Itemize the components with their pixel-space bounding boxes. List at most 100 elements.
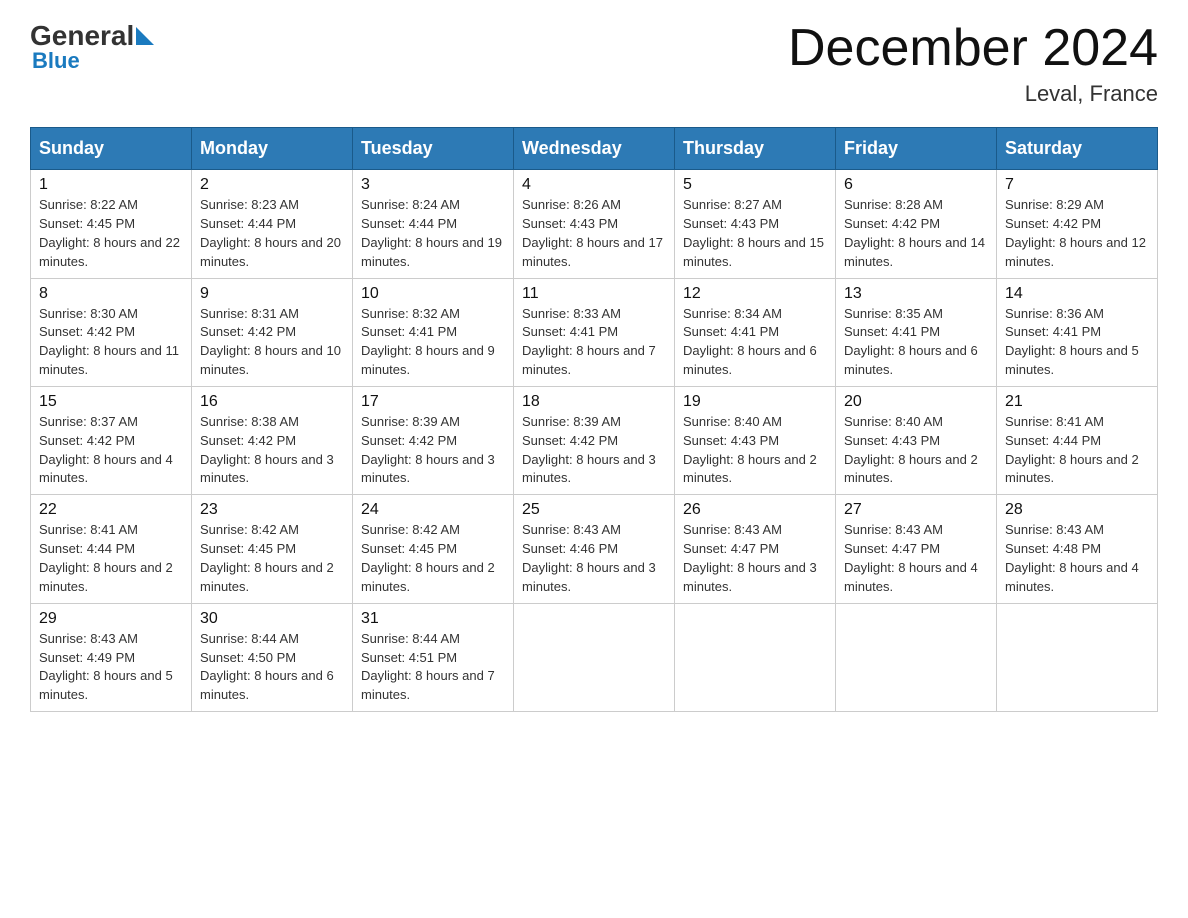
- day-info: Sunrise: 8:42 AMSunset: 4:45 PMDaylight:…: [200, 522, 334, 594]
- day-info: Sunrise: 8:23 AMSunset: 4:44 PMDaylight:…: [200, 197, 341, 269]
- calendar-day-cell: [514, 603, 675, 711]
- day-info: Sunrise: 8:42 AMSunset: 4:45 PMDaylight:…: [361, 522, 495, 594]
- day-number: 10: [361, 285, 505, 303]
- day-number: 17: [361, 393, 505, 411]
- day-info: Sunrise: 8:40 AMSunset: 4:43 PMDaylight:…: [844, 414, 978, 486]
- day-info: Sunrise: 8:30 AMSunset: 4:42 PMDaylight:…: [39, 306, 179, 378]
- day-number: 3: [361, 176, 505, 194]
- calendar-day-cell: 24 Sunrise: 8:42 AMSunset: 4:45 PMDaylig…: [353, 495, 514, 603]
- day-number: 24: [361, 501, 505, 519]
- day-number: 8: [39, 285, 183, 303]
- day-number: 27: [844, 501, 988, 519]
- calendar-day-cell: 20 Sunrise: 8:40 AMSunset: 4:43 PMDaylig…: [836, 386, 997, 494]
- day-number: 7: [1005, 176, 1149, 194]
- calendar-day-cell: [997, 603, 1158, 711]
- day-info: Sunrise: 8:22 AMSunset: 4:45 PMDaylight:…: [39, 197, 180, 269]
- day-number: 29: [39, 610, 183, 628]
- calendar-day-cell: 3 Sunrise: 8:24 AMSunset: 4:44 PMDayligh…: [353, 170, 514, 278]
- day-info: Sunrise: 8:32 AMSunset: 4:41 PMDaylight:…: [361, 306, 495, 378]
- day-info: Sunrise: 8:35 AMSunset: 4:41 PMDaylight:…: [844, 306, 978, 378]
- calendar-day-cell: 7 Sunrise: 8:29 AMSunset: 4:42 PMDayligh…: [997, 170, 1158, 278]
- calendar-day-cell: 13 Sunrise: 8:35 AMSunset: 4:41 PMDaylig…: [836, 278, 997, 386]
- day-number: 11: [522, 285, 666, 303]
- day-info: Sunrise: 8:29 AMSunset: 4:42 PMDaylight:…: [1005, 197, 1146, 269]
- calendar-week-row: 29 Sunrise: 8:43 AMSunset: 4:49 PMDaylig…: [31, 603, 1158, 711]
- day-info: Sunrise: 8:43 AMSunset: 4:47 PMDaylight:…: [844, 522, 978, 594]
- day-number: 2: [200, 176, 344, 194]
- calendar-week-row: 1 Sunrise: 8:22 AMSunset: 4:45 PMDayligh…: [31, 170, 1158, 278]
- day-info: Sunrise: 8:44 AMSunset: 4:51 PMDaylight:…: [361, 631, 495, 703]
- day-info: Sunrise: 8:43 AMSunset: 4:46 PMDaylight:…: [522, 522, 656, 594]
- calendar-day-cell: 19 Sunrise: 8:40 AMSunset: 4:43 PMDaylig…: [675, 386, 836, 494]
- day-number: 12: [683, 285, 827, 303]
- day-info: Sunrise: 8:37 AMSunset: 4:42 PMDaylight:…: [39, 414, 173, 486]
- calendar-day-cell: 12 Sunrise: 8:34 AMSunset: 4:41 PMDaylig…: [675, 278, 836, 386]
- day-info: Sunrise: 8:33 AMSunset: 4:41 PMDaylight:…: [522, 306, 656, 378]
- calendar-day-cell: 6 Sunrise: 8:28 AMSunset: 4:42 PMDayligh…: [836, 170, 997, 278]
- calendar-week-row: 8 Sunrise: 8:30 AMSunset: 4:42 PMDayligh…: [31, 278, 1158, 386]
- day-info: Sunrise: 8:26 AMSunset: 4:43 PMDaylight:…: [522, 197, 663, 269]
- day-info: Sunrise: 8:44 AMSunset: 4:50 PMDaylight:…: [200, 631, 334, 703]
- header-friday: Friday: [836, 128, 997, 170]
- day-number: 23: [200, 501, 344, 519]
- calendar-day-cell: 9 Sunrise: 8:31 AMSunset: 4:42 PMDayligh…: [192, 278, 353, 386]
- day-number: 13: [844, 285, 988, 303]
- day-info: Sunrise: 8:43 AMSunset: 4:47 PMDaylight:…: [683, 522, 817, 594]
- day-info: Sunrise: 8:41 AMSunset: 4:44 PMDaylight:…: [39, 522, 173, 594]
- location-label: Leval, France: [788, 81, 1158, 107]
- calendar-day-cell: 5 Sunrise: 8:27 AMSunset: 4:43 PMDayligh…: [675, 170, 836, 278]
- calendar-day-cell: 26 Sunrise: 8:43 AMSunset: 4:47 PMDaylig…: [675, 495, 836, 603]
- day-number: 21: [1005, 393, 1149, 411]
- calendar-day-cell: 10 Sunrise: 8:32 AMSunset: 4:41 PMDaylig…: [353, 278, 514, 386]
- calendar-day-cell: 21 Sunrise: 8:41 AMSunset: 4:44 PMDaylig…: [997, 386, 1158, 494]
- calendar-day-cell: 22 Sunrise: 8:41 AMSunset: 4:44 PMDaylig…: [31, 495, 192, 603]
- day-info: Sunrise: 8:38 AMSunset: 4:42 PMDaylight:…: [200, 414, 334, 486]
- calendar-day-cell: 16 Sunrise: 8:38 AMSunset: 4:42 PMDaylig…: [192, 386, 353, 494]
- day-info: Sunrise: 8:41 AMSunset: 4:44 PMDaylight:…: [1005, 414, 1139, 486]
- header-monday: Monday: [192, 128, 353, 170]
- day-info: Sunrise: 8:28 AMSunset: 4:42 PMDaylight:…: [844, 197, 985, 269]
- day-info: Sunrise: 8:39 AMSunset: 4:42 PMDaylight:…: [361, 414, 495, 486]
- day-number: 16: [200, 393, 344, 411]
- header-tuesday: Tuesday: [353, 128, 514, 170]
- day-number: 5: [683, 176, 827, 194]
- calendar-day-cell: 30 Sunrise: 8:44 AMSunset: 4:50 PMDaylig…: [192, 603, 353, 711]
- page-header: General Blue December 2024 Leval, France: [30, 20, 1158, 107]
- calendar-week-row: 15 Sunrise: 8:37 AMSunset: 4:42 PMDaylig…: [31, 386, 1158, 494]
- header-sunday: Sunday: [31, 128, 192, 170]
- day-number: 30: [200, 610, 344, 628]
- day-info: Sunrise: 8:43 AMSunset: 4:48 PMDaylight:…: [1005, 522, 1139, 594]
- day-number: 15: [39, 393, 183, 411]
- day-info: Sunrise: 8:39 AMSunset: 4:42 PMDaylight:…: [522, 414, 656, 486]
- day-info: Sunrise: 8:40 AMSunset: 4:43 PMDaylight:…: [683, 414, 817, 486]
- day-number: 18: [522, 393, 666, 411]
- header-saturday: Saturday: [997, 128, 1158, 170]
- calendar-day-cell: 23 Sunrise: 8:42 AMSunset: 4:45 PMDaylig…: [192, 495, 353, 603]
- header-wednesday: Wednesday: [514, 128, 675, 170]
- day-info: Sunrise: 8:27 AMSunset: 4:43 PMDaylight:…: [683, 197, 824, 269]
- calendar-day-cell: 28 Sunrise: 8:43 AMSunset: 4:48 PMDaylig…: [997, 495, 1158, 603]
- calendar-day-cell: 27 Sunrise: 8:43 AMSunset: 4:47 PMDaylig…: [836, 495, 997, 603]
- day-info: Sunrise: 8:36 AMSunset: 4:41 PMDaylight:…: [1005, 306, 1139, 378]
- logo-arrow-icon: [136, 27, 154, 45]
- calendar-day-cell: 2 Sunrise: 8:23 AMSunset: 4:44 PMDayligh…: [192, 170, 353, 278]
- logo-blue-text: Blue: [32, 48, 80, 74]
- calendar-day-cell: 29 Sunrise: 8:43 AMSunset: 4:49 PMDaylig…: [31, 603, 192, 711]
- calendar-day-cell: 15 Sunrise: 8:37 AMSunset: 4:42 PMDaylig…: [31, 386, 192, 494]
- day-info: Sunrise: 8:34 AMSunset: 4:41 PMDaylight:…: [683, 306, 817, 378]
- day-number: 26: [683, 501, 827, 519]
- calendar-day-cell: 31 Sunrise: 8:44 AMSunset: 4:51 PMDaylig…: [353, 603, 514, 711]
- calendar-day-cell: 4 Sunrise: 8:26 AMSunset: 4:43 PMDayligh…: [514, 170, 675, 278]
- calendar-day-cell: [836, 603, 997, 711]
- month-title: December 2024: [788, 20, 1158, 77]
- day-number: 14: [1005, 285, 1149, 303]
- day-number: 31: [361, 610, 505, 628]
- calendar-day-cell: 1 Sunrise: 8:22 AMSunset: 4:45 PMDayligh…: [31, 170, 192, 278]
- calendar-day-cell: 11 Sunrise: 8:33 AMSunset: 4:41 PMDaylig…: [514, 278, 675, 386]
- calendar-day-cell: 8 Sunrise: 8:30 AMSunset: 4:42 PMDayligh…: [31, 278, 192, 386]
- calendar-day-cell: 25 Sunrise: 8:43 AMSunset: 4:46 PMDaylig…: [514, 495, 675, 603]
- calendar-day-cell: 17 Sunrise: 8:39 AMSunset: 4:42 PMDaylig…: [353, 386, 514, 494]
- day-number: 4: [522, 176, 666, 194]
- calendar-day-cell: [675, 603, 836, 711]
- calendar-day-cell: 18 Sunrise: 8:39 AMSunset: 4:42 PMDaylig…: [514, 386, 675, 494]
